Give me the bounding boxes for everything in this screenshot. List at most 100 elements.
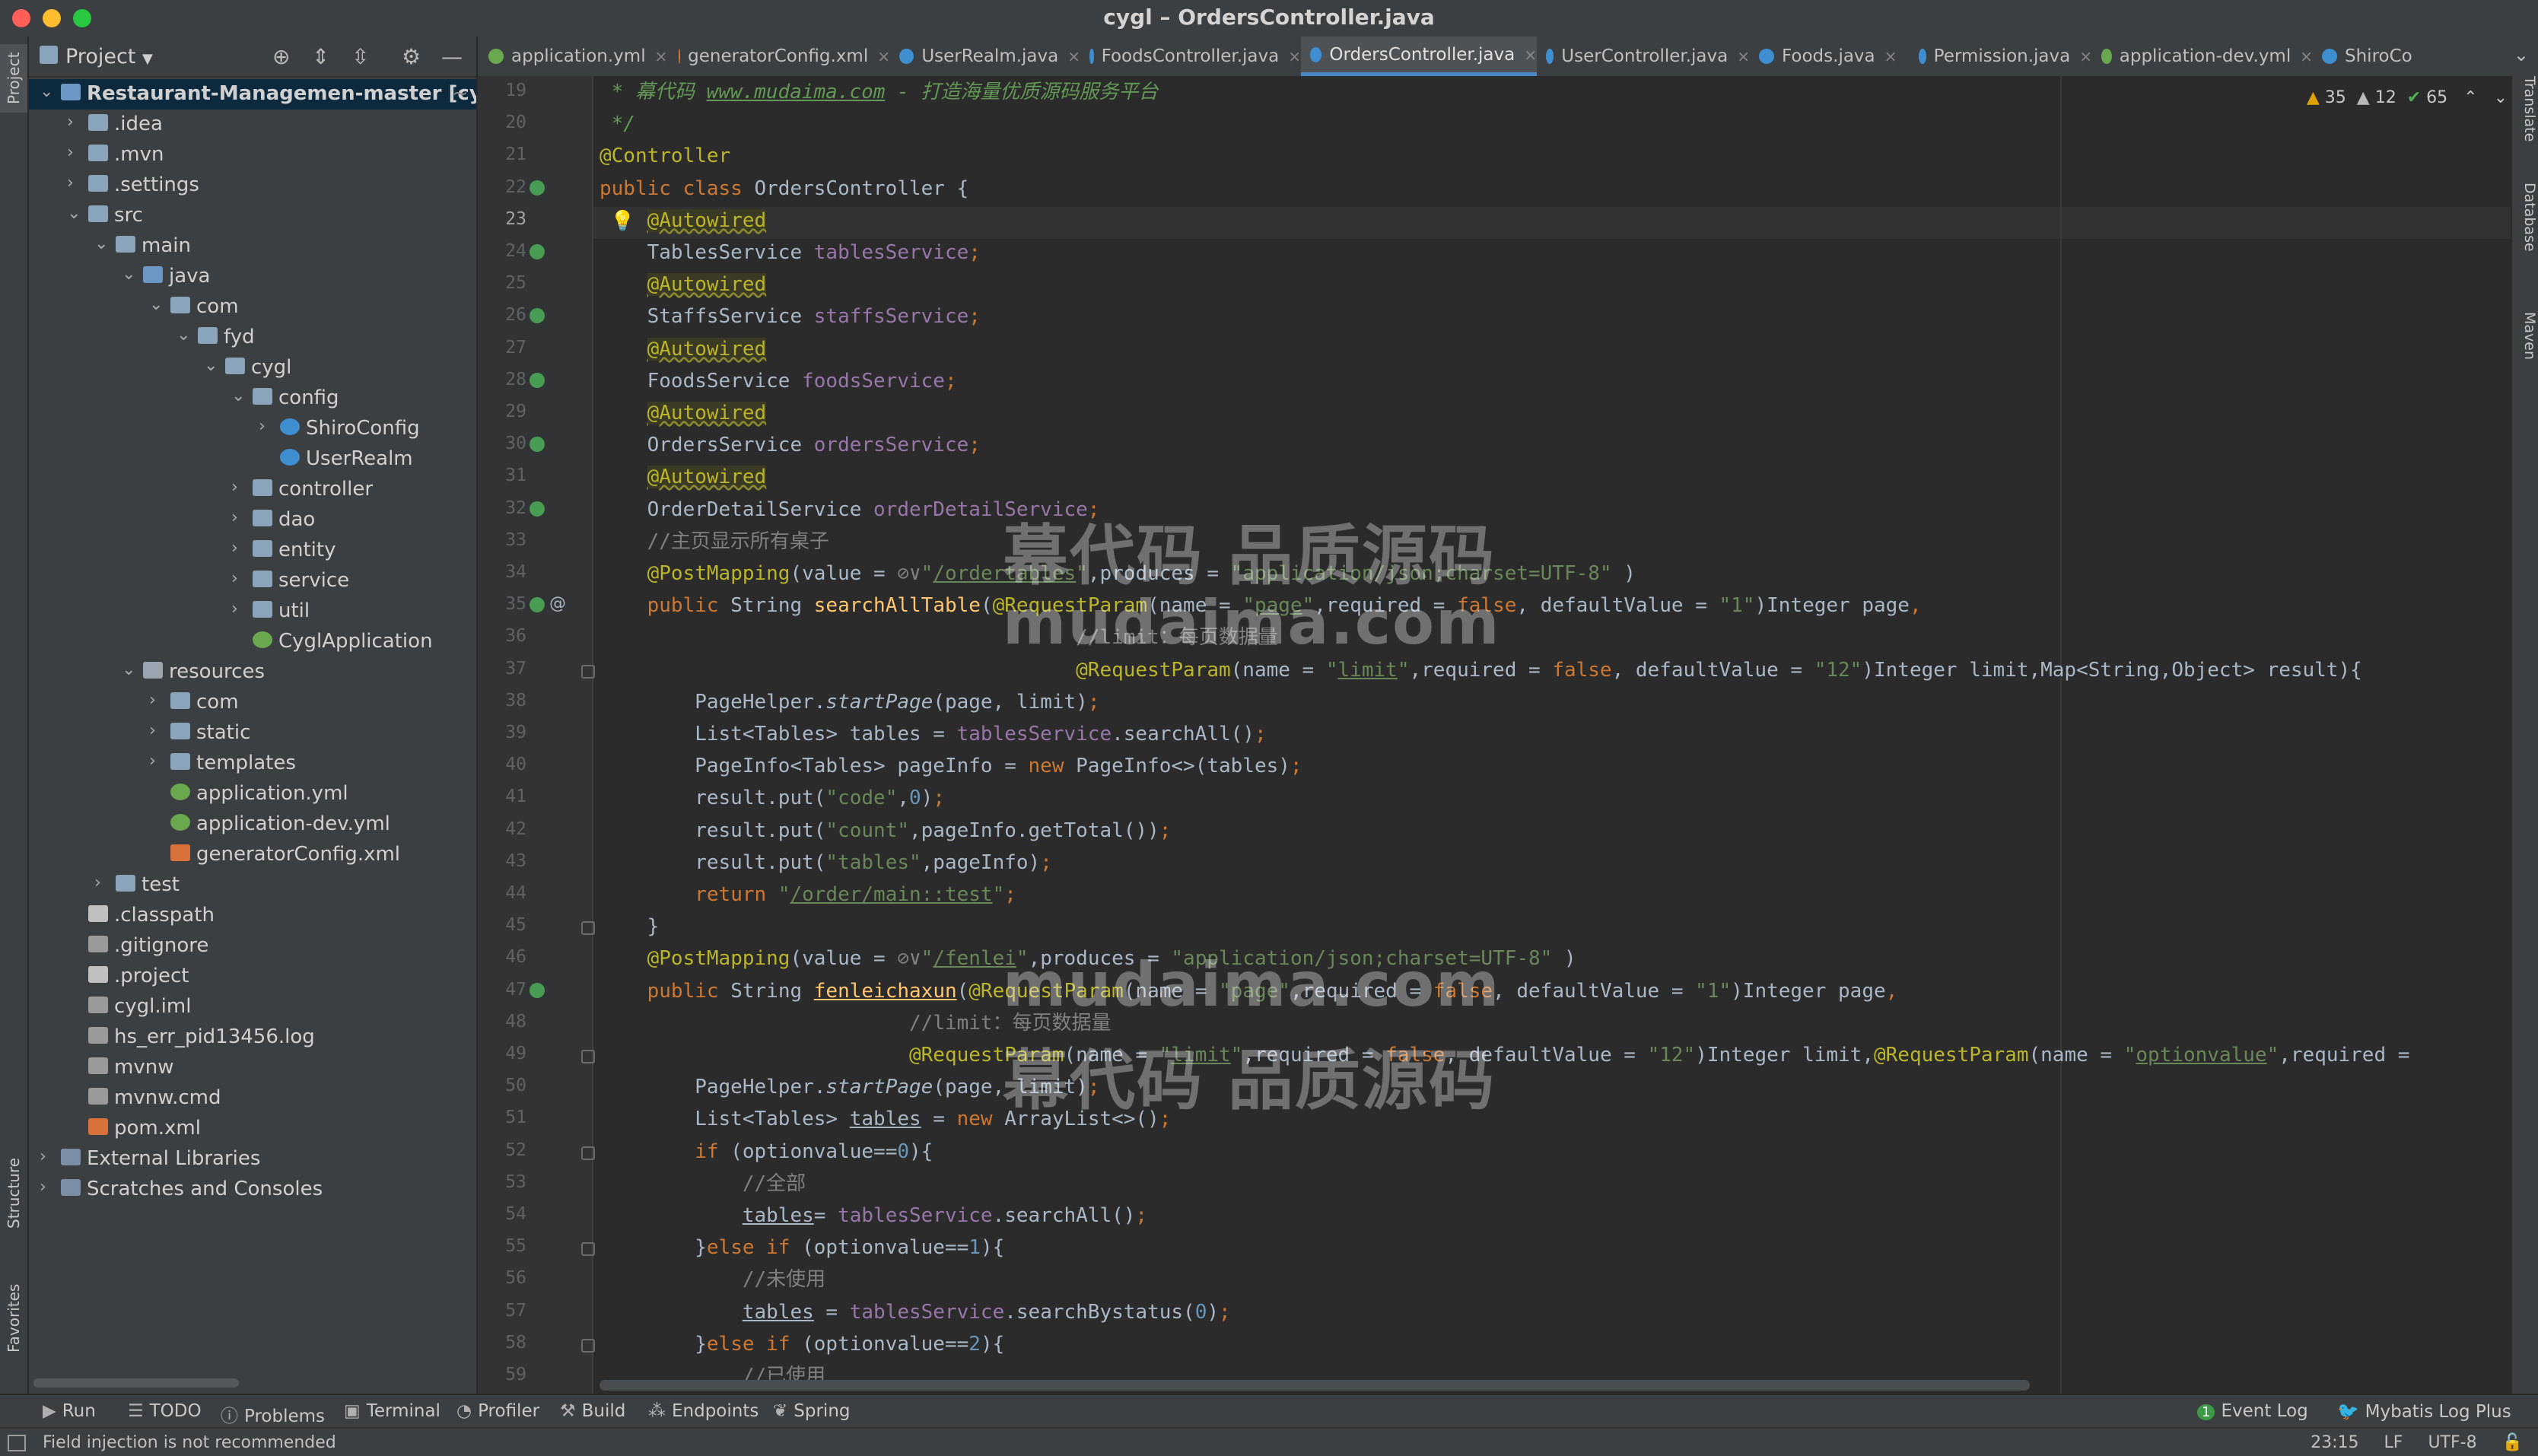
code-line[interactable]: PageHelper.startPage(page, limit); [600, 686, 1099, 718]
editor-tab[interactable]: generatorConfig.xml × [669, 37, 890, 76]
line-number[interactable]: 52 [478, 1140, 526, 1160]
close-icon[interactable]: × [2079, 47, 2092, 65]
fold-marker-icon[interactable] [581, 1050, 595, 1063]
gear-icon[interactable]: ⚙ [402, 44, 421, 69]
spring-bean-icon[interactable] [530, 437, 545, 452]
tree-item[interactable]: ⌄ java [29, 262, 476, 292]
fold-marker-icon[interactable] [581, 1146, 595, 1160]
close-icon[interactable]: × [2300, 47, 2313, 65]
locate-icon[interactable]: ⊕ [272, 44, 290, 69]
line-number[interactable]: 19 [478, 81, 526, 100]
code-line[interactable]: //主页显示所有桌子 [600, 526, 829, 558]
tree-item[interactable]: › util [29, 596, 476, 627]
web-endpoint-icon[interactable]: @ [549, 594, 566, 613]
tree-item[interactable]: ⌄ com [29, 292, 476, 323]
file-encoding[interactable]: UTF-8 [2428, 1433, 2476, 1452]
chevron-right-icon[interactable]: › [259, 417, 274, 436]
code-line[interactable]: tables = tablesService.searchBystatus(0)… [600, 1296, 1231, 1328]
line-number[interactable]: 27 [478, 338, 526, 358]
tree-item[interactable]: › .mvn [29, 140, 476, 170]
previous-highlight-icon[interactable]: ⌃ [2463, 88, 2477, 107]
event-log-button[interactable]: 1 Event Log [2197, 1401, 2308, 1421]
code-line[interactable]: @RequestParam(name = "limit",required = … [600, 1039, 2422, 1071]
tree-item[interactable]: application-dev.yml [29, 809, 476, 840]
expand-all-icon[interactable]: ⇕ [312, 44, 329, 69]
next-highlight-icon[interactable]: ⌄ [2494, 88, 2508, 107]
editor-tab[interactable]: application-dev.yml × [2092, 37, 2313, 76]
code-line[interactable]: */ [600, 108, 635, 140]
translate-tool-tab[interactable]: Translate [2512, 76, 2538, 145]
code-line[interactable]: //未使用 [600, 1264, 825, 1295]
chevron-down-icon[interactable]: ⌄ [149, 295, 164, 314]
chevron-down-icon[interactable]: ⌄ [40, 82, 55, 101]
editor-tab[interactable]: OrdersController.java × [1301, 37, 1537, 76]
spring-bean-icon[interactable] [530, 983, 545, 998]
line-number[interactable]: 46 [478, 947, 526, 967]
code-line[interactable]: public class OrdersController { [600, 173, 968, 205]
close-icon[interactable]: × [1737, 47, 1750, 65]
inspection-widget[interactable]: ▲ 35 ▲ 12 ✔ 65 ⌃ ⌄ [2307, 88, 2508, 107]
tree-item[interactable]: › test [29, 870, 476, 901]
fold-marker-icon[interactable] [581, 665, 595, 679]
tree-item[interactable]: › service [29, 566, 476, 596]
run-tool-button[interactable]: ▶ Run [43, 1401, 96, 1421]
editor-tab[interactable]: application.yml × [479, 37, 669, 76]
profiler-tool-button[interactable]: ◔ Profiler [456, 1401, 539, 1421]
close-icon[interactable]: × [1524, 46, 1537, 64]
spring-bean-icon[interactable] [530, 501, 545, 517]
tree-item[interactable]: cygl.iml [29, 992, 476, 1022]
line-number[interactable]: 30 [478, 434, 526, 453]
close-icon[interactable]: × [1288, 47, 1301, 65]
tree-item[interactable]: pom.xml [29, 1114, 476, 1144]
tree-item[interactable]: .classpath [29, 901, 476, 931]
line-number[interactable]: 54 [478, 1204, 526, 1224]
line-number[interactable]: 32 [478, 498, 526, 518]
editor-tab[interactable]: UserRealm.java × [890, 37, 1080, 76]
problems-tool-button[interactable]: ⓘ Problems [221, 1401, 325, 1427]
tree-item[interactable]: ⌄ src [29, 201, 476, 231]
code-line[interactable]: result.put("count",pageInfo.getTotal()); [600, 815, 1171, 847]
line-number[interactable]: 40 [478, 755, 526, 774]
spring-bean-icon[interactable] [530, 244, 545, 259]
tree-item[interactable]: generatorConfig.xml [29, 840, 476, 870]
line-number[interactable]: 51 [478, 1108, 526, 1127]
tree-item[interactable]: CyglApplication [29, 627, 476, 657]
code-line[interactable]: FoodsService foodsService; [600, 365, 957, 397]
line-number[interactable]: 29 [478, 402, 526, 421]
project-tool-tab[interactable]: Project [0, 44, 27, 113]
lock-icon[interactable]: 🔓 [2502, 1433, 2523, 1452]
line-number[interactable]: 33 [478, 530, 526, 550]
chevron-down-icon[interactable]: ⌄ [94, 234, 110, 253]
line-number[interactable]: 31 [478, 466, 526, 485]
chevron-right-icon[interactable]: › [231, 478, 246, 497]
code-line[interactable]: }else if (optionvalue==1){ [600, 1232, 1004, 1264]
maven-tool-tab[interactable]: Maven [2512, 312, 2538, 396]
fold-marker-icon[interactable] [581, 921, 595, 935]
database-tool-tab[interactable]: Database [2512, 183, 2538, 274]
endpoints-tool-button[interactable]: ⁂ Endpoints [648, 1401, 759, 1421]
line-number[interactable]: 56 [478, 1268, 526, 1288]
horizontal-scrollbar[interactable] [600, 1380, 2030, 1391]
line-number[interactable]: 49 [478, 1044, 526, 1063]
tree-item[interactable]: › controller [29, 475, 476, 505]
todo-tool-button[interactable]: ☰ TODO [128, 1401, 202, 1421]
code-line[interactable]: * 幕代码 www.mudaima.com - 打造海量优质源码服务平台 [600, 76, 1159, 108]
editor-tab[interactable]: Permission.java × [1910, 37, 2092, 76]
line-number[interactable]: 22 [478, 177, 526, 197]
code-line[interactable]: TablesService tablesService; [600, 237, 981, 269]
chevron-right-icon[interactable]: › [149, 752, 164, 771]
code-line[interactable]: @Autowired [600, 461, 767, 493]
fold-marker-icon[interactable] [581, 1242, 595, 1256]
line-number[interactable]: 43 [478, 851, 526, 871]
chevron-right-icon[interactable]: › [40, 1147, 55, 1166]
hide-panel-icon[interactable]: — [441, 44, 463, 69]
chevron-down-icon[interactable]: ⌄ [204, 356, 219, 375]
chevron-right-icon[interactable]: › [149, 691, 164, 710]
line-number[interactable]: 35 [478, 594, 526, 614]
tree-item[interactable]: › ShiroConfig [29, 414, 476, 444]
mybatis-log-plus-button[interactable]: 🐦 Mybatis Log Plus [2337, 1401, 2511, 1422]
line-number[interactable]: 20 [478, 113, 526, 132]
line-number[interactable]: 48 [478, 1012, 526, 1032]
code-line[interactable]: if (optionvalue==0){ [600, 1136, 933, 1168]
code-line[interactable]: @Controller [600, 140, 730, 172]
